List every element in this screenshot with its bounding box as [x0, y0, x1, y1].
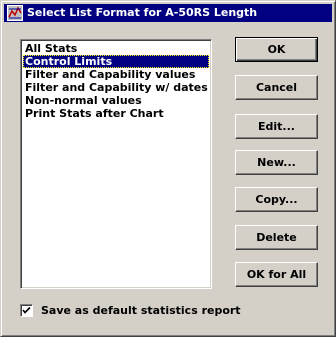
edit-button[interactable]: Edit...	[235, 114, 318, 139]
cancel-button[interactable]: Cancel	[235, 75, 318, 100]
checkmark-icon	[22, 306, 31, 314]
delete-button[interactable]: Delete	[235, 225, 318, 250]
dialog-window: Select List Format for A-50RS Length All…	[0, 0, 336, 337]
ok-button[interactable]: OK	[235, 37, 318, 62]
save-default-checkbox[interactable]	[20, 304, 33, 317]
title-bar[interactable]: Select List Format for A-50RS Length	[4, 4, 332, 22]
report-format-list[interactable]: All Stats Control Limits Filter and Capa…	[20, 39, 212, 289]
ok-for-all-button[interactable]: OK for All	[235, 262, 318, 287]
list-item-print-stats-after-chart[interactable]: Print Stats after Chart	[23, 107, 209, 120]
app-chart-icon[interactable]	[7, 5, 23, 21]
list-item-control-limits[interactable]: Control Limits	[23, 55, 209, 68]
list-item-filter-capability-values[interactable]: Filter and Capability values	[23, 68, 209, 81]
window-title: Select List Format for A-50RS Length	[27, 6, 258, 19]
new-button[interactable]: New...	[235, 150, 318, 175]
save-default-label[interactable]: Save as default statistics report	[41, 304, 241, 317]
list-item-all-stats[interactable]: All Stats	[23, 42, 209, 55]
list-item-non-normal-values[interactable]: Non-normal values	[23, 94, 209, 107]
list-item-filter-capability-dates[interactable]: Filter and Capability w/ dates	[23, 81, 209, 94]
copy-button[interactable]: Copy...	[235, 187, 318, 212]
